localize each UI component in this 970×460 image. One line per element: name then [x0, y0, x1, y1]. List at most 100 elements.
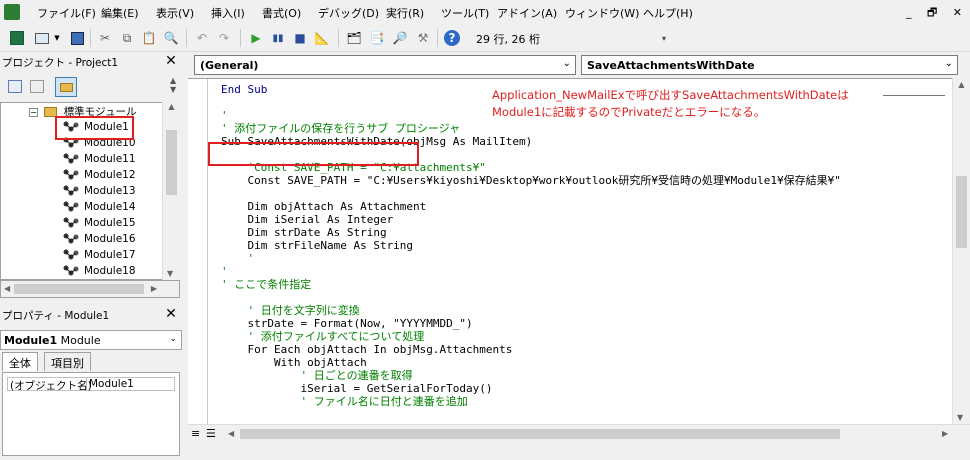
- properties-pane-close-button[interactable]: ✕: [163, 306, 179, 323]
- vba-app-icon: [4, 4, 20, 20]
- code-line[interactable]: strDate = Format(Now, "YYYYMMDD_"): [221, 317, 472, 330]
- code-line[interactable]: Const SAVE_PATH = "C:¥Users¥kiyoshi¥Desk…: [221, 174, 840, 187]
- tab-alphabetic[interactable]: 全体: [2, 352, 38, 371]
- code-line[interactable]: ' ファイル名に日付と連番を追加: [221, 395, 467, 408]
- toggle-folders-icon[interactable]: [55, 77, 77, 97]
- code-line[interactable]: End Sub: [221, 83, 267, 96]
- code-line[interactable]: Dim iSerial As Integer: [221, 213, 393, 226]
- procedure-combo[interactable]: SaveAttachmentsWithDate ⌄: [581, 55, 958, 75]
- code-line[interactable]: ' 日ごとの連番を取得: [221, 369, 412, 382]
- tree-item-module[interactable]: Module18: [62, 265, 136, 279]
- project-explorer-icon[interactable]: 🗂: [345, 29, 363, 47]
- tree-item-module[interactable]: Module13: [62, 185, 136, 201]
- tree-item-module[interactable]: Module11: [62, 153, 136, 169]
- menu-window[interactable]: ウィンドウ(W): [565, 5, 639, 21]
- full-module-view-icon[interactable]: ☰: [206, 427, 216, 440]
- properties-pane-title: プロパティ - Module1: [2, 310, 110, 322]
- menu-tools[interactable]: ツール(T): [441, 5, 489, 21]
- code-line[interactable]: ' 日付を文字列に変換: [221, 304, 359, 317]
- procedure-view-icon[interactable]: ≡: [191, 427, 200, 440]
- undo-icon[interactable]: ↶: [193, 29, 211, 47]
- code-line[interactable]: Dim objAttach As Attachment: [221, 200, 426, 213]
- tree-item-module[interactable]: Module12: [62, 169, 136, 185]
- annotation-note: Application_NewMailExで呼び出すSaveAttachment…: [492, 88, 849, 119]
- menu-view[interactable]: 表示(V): [156, 5, 194, 21]
- cut-icon[interactable]: ✂: [96, 29, 114, 47]
- scroll-thumb[interactable]: [956, 176, 967, 248]
- scroll-thumb[interactable]: [166, 130, 177, 195]
- property-row-name[interactable]: (オブジェクト名) Module1: [7, 377, 175, 392]
- view-object-icon[interactable]: [30, 80, 44, 93]
- pane-resize-grip-icon[interactable]: ▲ ▼: [170, 76, 176, 94]
- module-icon: [63, 185, 79, 196]
- scroll-thumb[interactable]: [240, 429, 840, 439]
- object-browser-icon[interactable]: 🔎: [391, 29, 409, 47]
- tree-item-module[interactable]: Module16: [62, 233, 136, 249]
- highlight-module1: [55, 116, 134, 140]
- highlight-sub-declaration: [208, 142, 419, 166]
- design-mode-icon[interactable]: 📐: [313, 29, 331, 47]
- tree-item-module[interactable]: Module17: [62, 249, 136, 265]
- project-tree-vscrollbar[interactable]: ▲ ▼: [162, 102, 180, 280]
- paste-icon[interactable]: 📋: [140, 29, 158, 47]
- view-code-icon[interactable]: [8, 80, 22, 93]
- break-icon[interactable]: ▮▮: [269, 29, 287, 47]
- code-line[interactable]: With objAttach: [221, 356, 367, 369]
- properties-icon[interactable]: 📑: [368, 29, 386, 47]
- toolbar-overflow-icon[interactable]: ▾: [655, 29, 673, 47]
- project-tree-hscrollbar[interactable]: ◀ ▶: [0, 280, 180, 298]
- redo-icon[interactable]: ↷: [215, 29, 233, 47]
- tab-categorized[interactable]: 項目別: [44, 352, 91, 371]
- excel-icon[interactable]: [8, 29, 26, 47]
- margin-indicator-bar[interactable]: [188, 79, 208, 424]
- module-icon: [63, 233, 79, 244]
- menu-debug[interactable]: デバッグ(D): [318, 5, 379, 21]
- restore-button[interactable]: 🗗: [927, 6, 937, 19]
- code-hscrollbar[interactable]: ≡ ☰ ◀ ▶: [188, 424, 970, 442]
- code-line[interactable]: iSerial = GetSerialForToday(): [221, 382, 492, 395]
- menu-insert[interactable]: 挿入(I): [211, 5, 245, 21]
- code-line[interactable]: Dim strDate As String: [221, 226, 386, 239]
- tree-item-label: Module12: [84, 169, 136, 181]
- copy-icon[interactable]: ⧉: [118, 29, 136, 47]
- find-icon[interactable]: 🔍: [162, 29, 180, 47]
- tree-item-module[interactable]: Module14: [62, 201, 136, 217]
- code-line[interactable]: ' ここで条件指定: [221, 278, 311, 291]
- close-button[interactable]: ✕: [953, 6, 962, 19]
- project-pane-toolbar: ▲ ▼: [0, 74, 182, 100]
- code-line[interactable]: ' 添付ファイルの保存を行うサブ プロシージャ: [221, 122, 460, 135]
- chevron-down-icon: ⌄: [944, 58, 953, 69]
- tree-item-label: Module11: [84, 153, 136, 165]
- code-vscrollbar[interactable]: ▲ ▼: [952, 78, 970, 424]
- tree-item-label: Module17: [84, 249, 136, 261]
- code-line[interactable]: Dim strFileName As String: [221, 239, 413, 252]
- menu-file[interactable]: ファイル(F): [37, 5, 96, 21]
- code-line[interactable]: ' 添付ファイルすべてについて処理: [221, 330, 424, 343]
- menu-edit[interactable]: 編集(E): [101, 5, 139, 21]
- insert-userform-icon[interactable]: [33, 29, 51, 47]
- dropdown-arrow-icon[interactable]: ▼: [53, 29, 61, 47]
- module-icon: [63, 265, 79, 276]
- project-pane-close-button[interactable]: ✕: [163, 53, 179, 70]
- code-editor[interactable]: End Sub ' ' 添付ファイルの保存を行うサブ プロシージャ Sub SaveA…: [188, 78, 952, 424]
- code-line[interactable]: ': [221, 265, 228, 278]
- menu-format[interactable]: 書式(O): [262, 5, 301, 21]
- save-icon[interactable]: [68, 29, 86, 47]
- cursor-position-label: 29 行, 26 桁: [476, 33, 540, 46]
- toolbox-icon[interactable]: ⚒: [414, 29, 432, 47]
- reset-icon[interactable]: ■: [291, 29, 309, 47]
- menu-addins[interactable]: アドイン(A): [497, 5, 557, 21]
- properties-object-combo[interactable]: Module1 Module ⌄: [0, 330, 182, 350]
- help-icon[interactable]: ?: [444, 30, 460, 46]
- run-icon[interactable]: ▶: [247, 29, 265, 47]
- module-icon: [63, 201, 79, 212]
- code-line[interactable]: ': [221, 109, 228, 122]
- properties-pane-header: プロパティ - Module1 ✕: [0, 305, 182, 325]
- menu-help[interactable]: ヘルプ(H): [643, 5, 693, 21]
- code-line[interactable]: ': [221, 252, 254, 265]
- minimize-button[interactable]: _: [906, 6, 912, 19]
- code-line[interactable]: For Each objAttach In objMsg.Attachments: [221, 343, 512, 356]
- object-combo[interactable]: (General) ⌄: [194, 55, 576, 75]
- tree-item-module[interactable]: Module15: [62, 217, 136, 233]
- menu-run[interactable]: 実行(R): [386, 5, 424, 21]
